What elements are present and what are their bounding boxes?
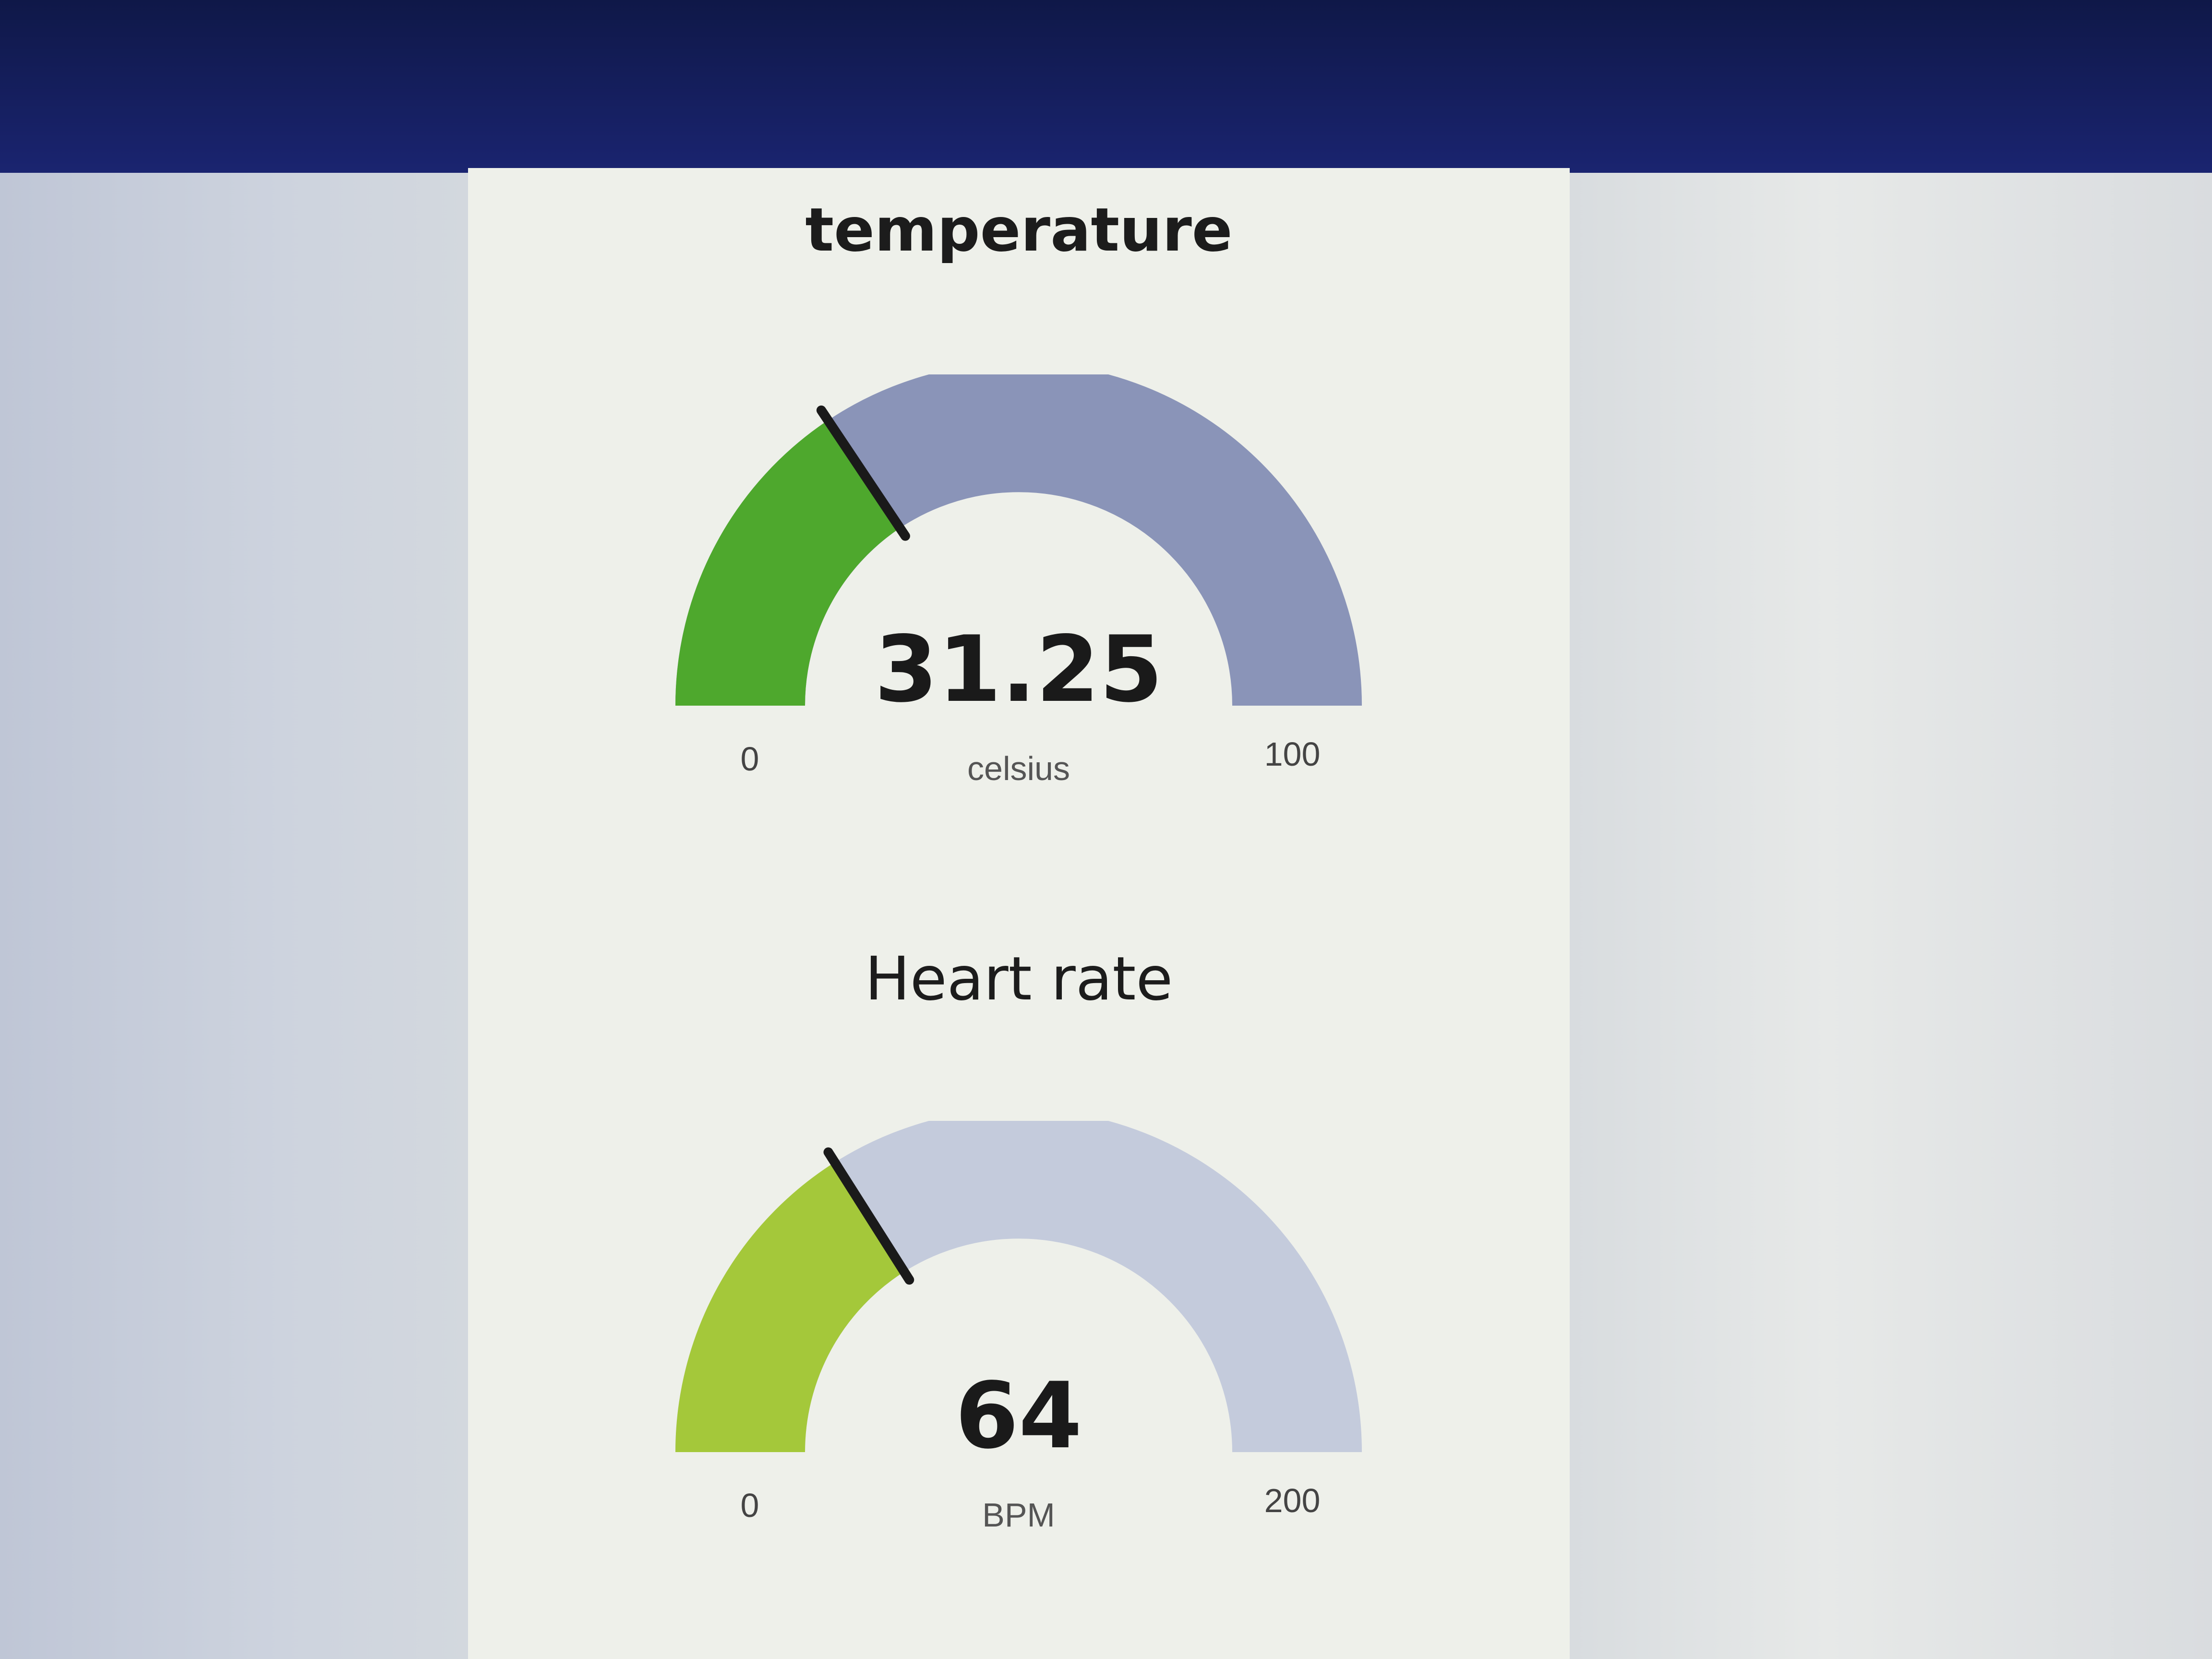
gauge-unit-label: celsius: [967, 750, 1070, 787]
temperature-gauge: 31.25 0 celsius 100: [675, 374, 1362, 787]
heart-rate-gauge: 64 0 BPM 200: [675, 1121, 1362, 1534]
temperature-gauge-title: temperature: [805, 195, 1233, 265]
gauge-value: 64: [955, 1363, 1082, 1469]
gauge-max-label: 100: [1264, 735, 1321, 773]
browser-top-bar: [0, 0, 2212, 173]
gauge-value: 31.25: [875, 616, 1163, 722]
gauge-min-label: 0: [741, 1487, 759, 1524]
gauge-unit-label: BPM: [982, 1496, 1055, 1534]
gauge-fill: [675, 1162, 905, 1453]
gauge-fill: [675, 420, 901, 707]
heart-rate-gauge-title: Heart rate: [865, 944, 1173, 1014]
page-background-right: [1570, 173, 2212, 1659]
page-background-left: [0, 173, 468, 1659]
gauge-panel: temperature 31.25 0 celsius 100 Heart ra…: [468, 168, 1570, 1659]
gauge-min-label: 0: [741, 740, 759, 778]
gauge-max-label: 200: [1264, 1482, 1321, 1519]
